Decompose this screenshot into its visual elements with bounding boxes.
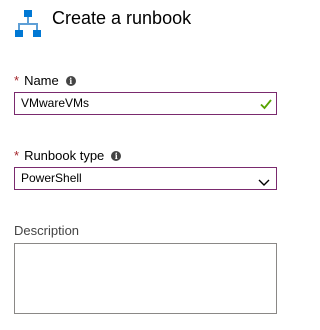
checkmark-icon bbox=[260, 97, 272, 110]
info-icon[interactable]: i bbox=[111, 150, 122, 161]
name-input[interactable]: VMwareVMs bbox=[14, 92, 277, 115]
name-input-value[interactable]: VMwareVMs bbox=[21, 96, 89, 111]
runbook-type-select[interactable]: PowerShell bbox=[14, 167, 277, 190]
description-textarea[interactable] bbox=[14, 243, 277, 314]
name-label-row: * Name i bbox=[14, 73, 76, 89]
runbook-type-label: Runbook type bbox=[24, 148, 105, 163]
page-title: Create a runbook bbox=[52, 8, 192, 28]
description-label: Description bbox=[14, 223, 80, 238]
info-icon[interactable]: i bbox=[65, 75, 76, 86]
runbook-icon bbox=[14, 9, 42, 39]
required-marker: * bbox=[14, 73, 20, 88]
blade-header: Create a runbook bbox=[0, 0, 304, 44]
chevron-down-icon[interactable] bbox=[258, 174, 270, 186]
required-marker: * bbox=[14, 148, 20, 163]
name-label: Name bbox=[24, 73, 59, 88]
runbook-type-label-row: * Runbook type i bbox=[14, 148, 122, 164]
runbook-type-selected-value[interactable]: PowerShell bbox=[21, 171, 82, 186]
